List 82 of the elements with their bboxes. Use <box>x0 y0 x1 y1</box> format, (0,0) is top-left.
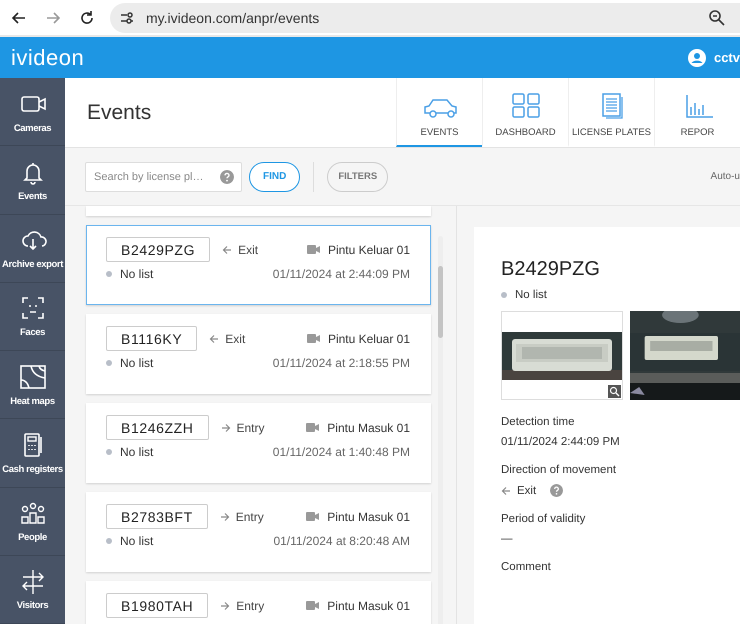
event-time: 01/11/2024 at 2:44:09 PM <box>272 267 410 281</box>
zoom-icon[interactable] <box>708 8 726 26</box>
zoom-icon[interactable] <box>608 385 621 398</box>
tab[interactable]: DASHBOARD <box>482 78 568 147</box>
list-label: No list <box>120 267 154 281</box>
address-bar[interactable]: my.ivideon.com/anpr/events <box>110 2 740 32</box>
camera-icon <box>306 245 320 254</box>
sidebar-item[interactable]: Heat maps <box>0 351 65 420</box>
arrow-right-icon <box>220 512 230 522</box>
license-plate: B2429PZG <box>106 237 210 262</box>
event-card[interactable]: B1116KY Exit Pintu Keluar 01 No list 01/11/2024 at 2:18:55 PM <box>86 314 431 394</box>
list-label: No list <box>120 445 154 459</box>
search-field[interactable]: Search by license pl… <box>85 162 242 192</box>
event-time: 01/11/2024 at 8:20:48 AM <box>273 534 410 548</box>
plate-photo-frame[interactable] <box>501 311 623 400</box>
reload-icon[interactable] <box>79 10 95 26</box>
event-card[interactable]: B2429PZG Exit Pintu Keluar 01 No list 01/11/2024 at 2:44:09 PM <box>86 225 431 305</box>
sidebar-item[interactable]: Archive export <box>0 214 65 283</box>
page-title: Events <box>86 100 152 124</box>
list-label: No list <box>120 534 154 548</box>
field-value: 01/11/2024 2:44:09 PM <box>501 436 620 448</box>
camera-name: Pintu Keluar 01 <box>328 242 410 256</box>
status-dot <box>106 360 112 366</box>
arrow-right-icon <box>220 422 230 432</box>
camera-name: Pintu Masuk 01 <box>327 420 410 434</box>
tab[interactable]: EVENTS <box>396 78 482 147</box>
direction-label: Entry <box>236 510 264 524</box>
camera-name: Pintu Masuk 01 <box>327 598 410 612</box>
camera-icon <box>306 334 320 343</box>
tab[interactable]: LICENSE PLATES <box>568 78 654 147</box>
direction-label: Entry <box>236 420 265 434</box>
help-icon[interactable] <box>220 170 234 184</box>
list-label: No list <box>515 289 547 301</box>
license-plate: B1116KY <box>106 326 198 351</box>
sidebar-item[interactable]: Faces <box>0 282 65 351</box>
direction-label: Exit <box>238 242 258 256</box>
sidebar-item[interactable]: Visitors <box>0 556 65 624</box>
sidebar-item[interactable]: Cash registers <box>0 419 65 488</box>
list-label: No list <box>120 356 154 370</box>
arrow-right-icon <box>220 600 230 610</box>
field-label: Period of validity <box>501 513 586 525</box>
status-dot <box>106 538 112 544</box>
direction-label: Entry <box>236 598 264 612</box>
back-icon[interactable] <box>11 10 27 26</box>
camera-name: Pintu Masuk 01 <box>327 510 410 524</box>
sidebar-item[interactable]: Events <box>0 146 65 214</box>
plate-title: B2429PZG <box>501 258 601 281</box>
license-plate: B1980TAH <box>106 593 208 618</box>
status-dot <box>501 292 507 298</box>
arrow-left-icon <box>209 334 220 344</box>
field-label: Comment <box>501 561 552 573</box>
arrow-left-icon <box>222 244 232 254</box>
camera-icon <box>306 601 320 610</box>
help-icon[interactable] <box>550 484 564 497</box>
field-label: Detection time <box>501 416 576 428</box>
auto-update-label: Auto-u <box>710 171 740 182</box>
tab[interactable]: REPOR <box>654 78 740 147</box>
license-plate: B2783BFT <box>106 504 208 529</box>
event-time: 01/11/2024 at 1:40:48 PM <box>272 445 410 459</box>
event-time: 01/11/2024 at 2:18:55 PM <box>272 356 410 370</box>
status-dot <box>106 271 112 277</box>
direction-label: Exit <box>225 332 246 346</box>
heatmap-icon <box>18 362 46 391</box>
status-dot <box>106 449 112 455</box>
url-text: my.ivideon.com/anpr/events <box>146 10 320 26</box>
field-value: Exit <box>517 484 536 496</box>
event-card[interactable]: B1980TAH Entry Pintu Masuk 01 <box>86 581 431 624</box>
camera-icon <box>306 512 320 521</box>
field-label: Direction of movement <box>501 464 618 476</box>
scrollbar[interactable] <box>438 236 443 624</box>
sidebar-item[interactable]: People <box>0 488 65 556</box>
filters-button[interactable]: FILTERS <box>327 162 388 192</box>
arrow-left-icon <box>501 486 511 496</box>
license-plate: B1246ZZH <box>106 415 208 440</box>
camera-icon <box>306 423 320 432</box>
forward-icon[interactable] <box>45 10 61 26</box>
event-card[interactable]: B2783BFT Entry Pintu Masuk 01 No list 01/11/2024 at 8:20:48 AM <box>86 492 431 572</box>
event-card[interactable]: B1246ZZH Entry Pintu Masuk 01 No list 01/11/2024 at 1:40:48 PM <box>86 403 431 483</box>
field-value: — <box>501 533 512 545</box>
camera-name: Pintu Keluar 01 <box>328 332 410 346</box>
user-icon[interactable] <box>688 48 706 66</box>
sidebar-item[interactable]: Cameras <box>0 78 65 146</box>
